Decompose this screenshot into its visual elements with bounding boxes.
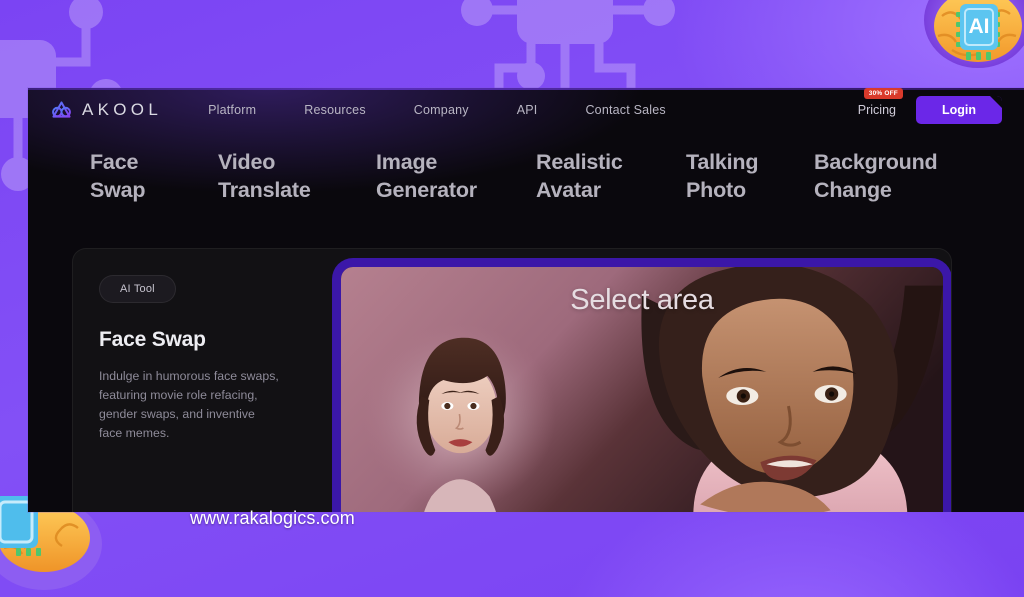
brain-chip-ai-label-top-right: AI	[969, 15, 990, 38]
nav-link-company[interactable]: Company	[414, 103, 469, 117]
category-tab-image-generator[interactable]: Image Generator	[376, 148, 536, 205]
feature-card-title: Face Swap	[99, 328, 206, 351]
akool-triangle-logo-icon	[50, 99, 73, 122]
category-tab-background-change[interactable]: Background Change	[814, 148, 994, 205]
nav-link-api[interactable]: API	[517, 103, 538, 117]
face-swap-preview-image	[341, 267, 943, 512]
category-tab-realistic-avatar[interactable]: Realistic Avatar	[536, 148, 686, 205]
site-top-navigation: AKOOL Platform Resources Company API Con…	[28, 88, 1024, 132]
feature-card-description: Indulge in humorous face swaps, featurin…	[99, 369, 279, 441]
pricing-link-wrapper: 30% OFF Pricing	[858, 88, 903, 119]
screenshot-stage: AI AKOOL Platform Resources Company API …	[0, 0, 1024, 597]
brand-logo[interactable]: AKOOL	[50, 99, 162, 122]
login-button[interactable]: Login	[915, 96, 1002, 124]
category-tab-talking-photo[interactable]: Talking Photo	[686, 148, 814, 205]
nav-link-resources[interactable]: Resources	[304, 103, 366, 117]
category-tab-video-translate[interactable]: Video Translate	[218, 148, 376, 205]
nav-right-actions: 30% OFF Pricing Login	[858, 88, 1002, 124]
category-tab-face-swap[interactable]: Face Swap	[90, 148, 218, 205]
browser-panel: AKOOL Platform Resources Company API Con…	[28, 88, 1024, 512]
ai-tool-chip[interactable]: AI Tool	[99, 275, 176, 303]
nav-links: Platform Resources Company API Contact S…	[208, 103, 666, 117]
brain-ai-chip-top-right-decoration: AI	[922, 0, 1024, 87]
brand-logo-text: AKOOL	[82, 100, 163, 119]
discount-badge: 30% OFF	[863, 88, 903, 99]
category-tabs: Face Swap Video Translate Image Generato…	[28, 136, 1024, 205]
feature-card-media[interactable]: Select area	[341, 267, 943, 512]
feature-card-info: AI Tool Face Swap Indulge in humorous fa…	[73, 249, 341, 512]
feature-card: AI Tool Face Swap Indulge in humorous fa…	[72, 248, 952, 512]
nav-link-platform[interactable]: Platform	[208, 103, 256, 117]
nav-link-pricing[interactable]: Pricing	[858, 103, 896, 117]
nav-link-contact-sales[interactable]: Contact Sales	[585, 103, 665, 117]
